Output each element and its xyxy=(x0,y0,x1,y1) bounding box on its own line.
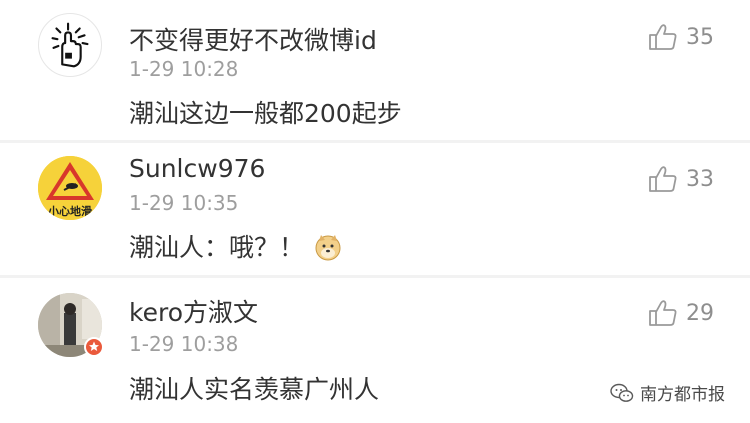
hand-drawing-icon xyxy=(51,22,89,68)
username[interactable]: Sunlcw976 xyxy=(129,154,265,183)
thumbs-up-icon xyxy=(649,300,677,326)
username[interactable]: kero方淑文 xyxy=(129,293,258,329)
comment-item: 小心地滑 Sunlcw976 1-29 10:35 潮汕人：哦？！ 33 xyxy=(0,143,750,275)
wechat-icon xyxy=(610,383,634,402)
avatar[interactable]: 小心地滑 xyxy=(38,156,102,220)
caution-sign-icon: 小心地滑 xyxy=(38,156,102,220)
username[interactable]: 不变得更好不改微博id xyxy=(129,21,377,57)
like-button[interactable]: 33 xyxy=(648,164,714,194)
thumbs-up-icon xyxy=(649,24,677,50)
like-count: 35 xyxy=(686,24,714,50)
like-count: 33 xyxy=(686,166,714,192)
thumbs-up-icon xyxy=(649,166,677,192)
avatar-label: 小心地滑 xyxy=(47,204,92,218)
doge-emoji-icon xyxy=(315,235,341,261)
timestamp: 1-29 10:28 xyxy=(129,57,239,81)
watermark-text: 南方都市报 xyxy=(640,385,725,405)
like-button[interactable]: 35 xyxy=(648,22,714,52)
comment-text: 潮汕这边一般都200起步 xyxy=(129,99,402,128)
like-count: 29 xyxy=(686,300,714,326)
avatar[interactable] xyxy=(38,13,102,77)
comment-item: 不变得更好不改微博id 1-29 10:28 潮汕这边一般都200起步 35 xyxy=(0,0,750,140)
verified-star-icon xyxy=(84,337,104,357)
watermark: 南方都市报 xyxy=(610,380,725,405)
comment-text: 潮汕人实名羡慕广州人 xyxy=(129,375,380,404)
comment-list: 不变得更好不改微博id 1-29 10:28 潮汕这边一般都200起步 35 小… xyxy=(0,0,750,423)
timestamp: 1-29 10:35 xyxy=(129,191,239,215)
comment-text: 潮汕人：哦？！ xyxy=(129,228,342,264)
like-button[interactable]: 29 xyxy=(648,298,714,328)
timestamp: 1-29 10:38 xyxy=(129,332,239,356)
comment-text-content: 潮汕人：哦？！ xyxy=(129,233,305,262)
